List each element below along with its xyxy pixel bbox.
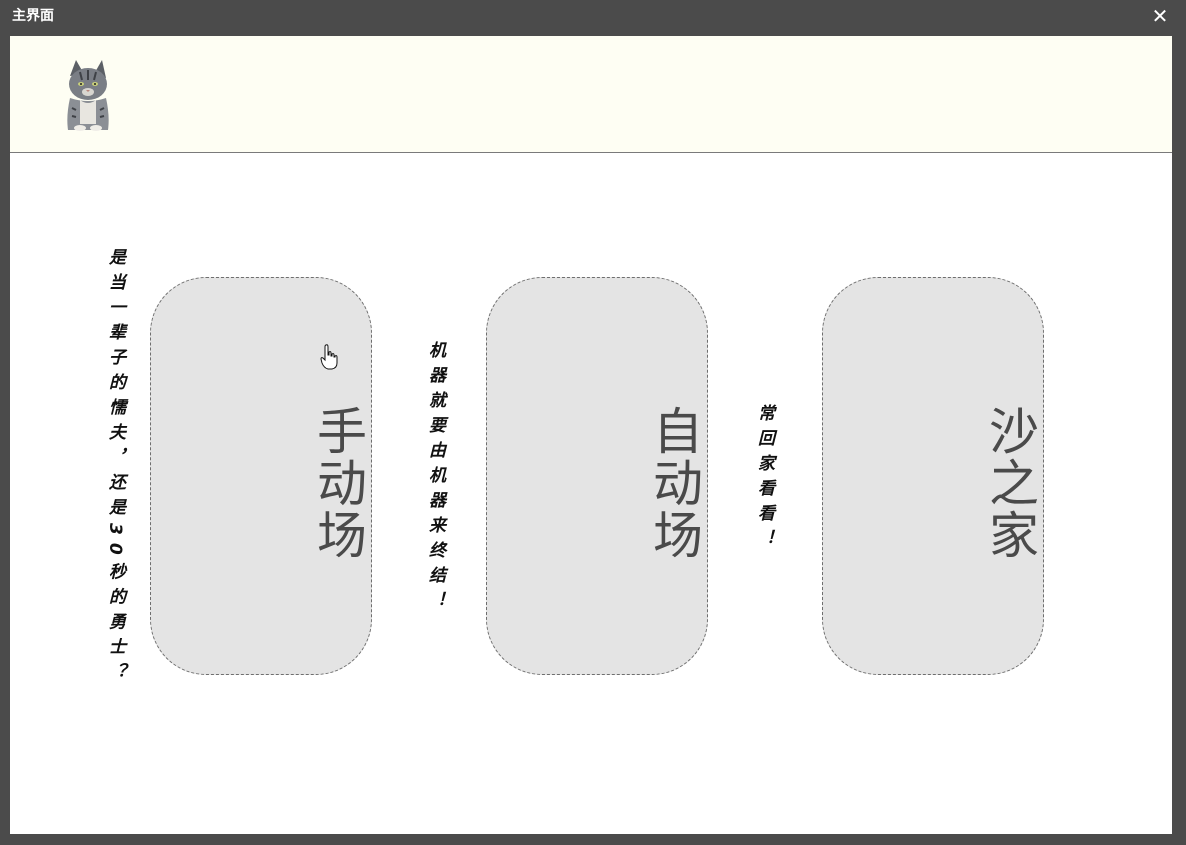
manual-mode-button[interactable]: 手动场	[150, 277, 372, 675]
sand-home-label: 沙之家	[981, 405, 1039, 561]
main-content: 是当一辈子的懦夫，还是30秒的勇士？ 手动场 机器就要由机器来终结！ 自动场 常…	[10, 36, 1172, 834]
tagline-coward-or-warrior: 是当一辈子的懦夫，还是30秒的勇士？	[105, 248, 125, 688]
close-button[interactable]: ✕	[1148, 5, 1172, 27]
auto-mode-label: 自动场	[645, 405, 703, 561]
sand-home-button[interactable]: 沙之家	[822, 277, 1044, 675]
cat-avatar-icon	[48, 54, 128, 134]
header-band	[10, 36, 1172, 153]
tagline-machine-end: 机器就要由机器来终结！	[425, 341, 445, 616]
main-window: 主界面 ✕ 是当一辈子的懦夫，还是30秒的勇士？ 手动场 机器就要由机器来终结！…	[0, 0, 1186, 845]
window-title: 主界面	[12, 8, 54, 24]
title-bar[interactable]: 主界面 ✕	[0, 0, 1186, 34]
hand-pointer-icon	[320, 344, 338, 370]
manual-mode-label: 手动场	[309, 405, 367, 561]
auto-mode-button[interactable]: 自动场	[486, 277, 708, 675]
tagline-come-home: 常回家看看！	[754, 404, 774, 554]
